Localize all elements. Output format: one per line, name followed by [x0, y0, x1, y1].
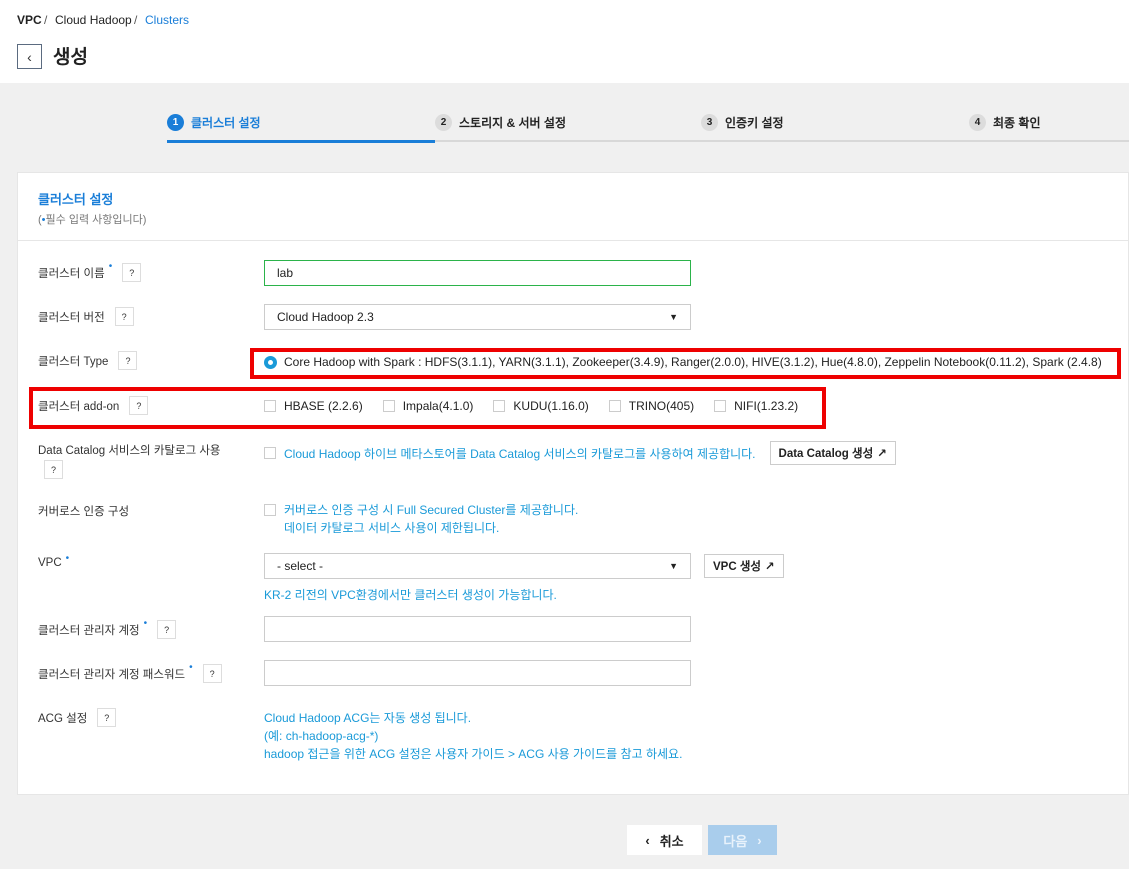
- breadcrumb-sep: /: [44, 13, 48, 27]
- cluster-settings-card: 클러스터 설정 (•필수 입력 사항입니다) 클러스터 이름 •? lab 클러스…: [17, 172, 1129, 795]
- card-subtitle: (•필수 입력 사항입니다): [38, 214, 147, 226]
- help-icon[interactable]: ?: [97, 708, 117, 727]
- help-icon[interactable]: ?: [129, 396, 149, 415]
- radio-selected-icon: [264, 355, 277, 369]
- addon-impala[interactable]: Impala(4.1.0): [382, 399, 473, 413]
- back-button[interactable]: ‹: [17, 44, 42, 69]
- catalog-label: Data Catalog 서비스의 카탈로그 사용?: [38, 442, 221, 481]
- help-icon[interactable]: ?: [157, 620, 177, 639]
- step-2[interactable]: 2 스토리지 & 서버 설정: [435, 114, 566, 131]
- step-number: 2: [435, 114, 452, 131]
- vpc-select[interactable]: - select - ▼: [264, 553, 691, 579]
- step-number: 3: [701, 114, 718, 131]
- name-label: 클러스터 이름 •?: [38, 261, 142, 284]
- caret-down-icon: ▼: [669, 312, 678, 322]
- cluster-version-select[interactable]: Cloud Hadoop 2.3 ▼: [264, 304, 691, 330]
- step-label: 인증키 설정: [725, 116, 784, 130]
- cluster-type-radio[interactable]: Core Hadoop with Spark : HDFS(3.1.1), YA…: [264, 355, 1102, 369]
- data-catalog-create-button[interactable]: Data Catalog 생성 ↗: [769, 441, 896, 465]
- breadcrumb-cloud-hadoop[interactable]: Cloud Hadoop: [55, 13, 132, 27]
- caret-down-icon: ▼: [669, 561, 678, 571]
- step-number: 4: [969, 114, 986, 131]
- step-3[interactable]: 3 인증키 설정: [701, 114, 784, 131]
- help-icon[interactable]: ?: [118, 351, 138, 370]
- external-link-icon: ↗: [877, 448, 887, 460]
- password-label: 클러스터 관리자 계정 패스워드 •?: [38, 662, 222, 685]
- cluster-name-input[interactable]: lab: [264, 260, 691, 286]
- addon-label: 클러스터 add-on?: [38, 396, 149, 417]
- help-icon[interactable]: ?: [122, 263, 142, 282]
- chevron-right-icon: ›: [757, 832, 762, 848]
- admin-label: 클러스터 관리자 계정 •?: [38, 618, 177, 641]
- header: VPC / Cloud Hadoop / Clusters ‹ 생성: [0, 0, 1129, 83]
- breadcrumb-sep: /: [134, 13, 138, 27]
- addon-options: HBASE (2.2.6) Impala(4.1.0) KUDU(1.16.0)…: [264, 399, 818, 413]
- catalog-option[interactable]: Cloud Hadoop 하이브 메타스토어를 Data Catalog 서비스…: [264, 441, 896, 465]
- vpc-label: VPC •: [38, 553, 70, 569]
- version-label: 클러스터 버전?: [38, 307, 134, 328]
- next-button[interactable]: 다음 ›: [708, 825, 777, 855]
- admin-account-input[interactable]: [264, 616, 691, 642]
- step-label: 최종 확인: [993, 116, 1041, 130]
- chevron-left-icon: ‹: [645, 832, 650, 848]
- step-label: 클러스터 설정: [191, 116, 261, 130]
- step-4[interactable]: 4 최종 확인: [969, 114, 1041, 131]
- addon-hbase[interactable]: HBASE (2.2.6): [264, 399, 363, 413]
- help-icon[interactable]: ?: [44, 460, 63, 479]
- admin-password-input[interactable]: [264, 660, 691, 686]
- kerberos-label: 커버로스 인증 구성: [38, 506, 130, 518]
- help-icon[interactable]: ?: [114, 307, 134, 326]
- step-label: 스토리지 & 서버 설정: [459, 116, 566, 130]
- external-link-icon: ↗: [765, 561, 775, 573]
- divider: [18, 240, 1129, 241]
- card-title: 클러스터 설정: [38, 192, 114, 207]
- breadcrumb-vpc[interactable]: VPC: [17, 13, 42, 27]
- addon-trino[interactable]: TRINO(405): [608, 399, 694, 413]
- step-1[interactable]: 1 클러스터 설정: [167, 114, 261, 131]
- stepper-track: [435, 140, 1129, 142]
- cancel-button[interactable]: ‹ 취소: [627, 825, 702, 855]
- addon-nifi[interactable]: NIFI(1.23.2): [714, 399, 798, 413]
- addon-kudu[interactable]: KUDU(1.16.0): [493, 399, 589, 413]
- acg-label: ACG 설정?: [38, 708, 117, 729]
- breadcrumb-clusters[interactable]: Clusters: [145, 13, 189, 27]
- acg-info: Cloud Hadoop ACG는 자동 생성 됩니다. (예: ch-hadoo…: [264, 711, 683, 761]
- page-title: 생성: [53, 47, 88, 68]
- step-number: 1: [167, 114, 184, 131]
- vpc-hint: KR-2 리전의 VPC환경에서만 클러스터 생성이 가능합니다.: [264, 588, 557, 602]
- kerberos-option[interactable]: 커버로스 인증 구성 시 Full Secured Cluster를 제공합니다…: [264, 503, 578, 537]
- vpc-create-button[interactable]: VPC 생성 ↗: [704, 554, 784, 578]
- stepper-progress: [167, 140, 435, 143]
- type-label: 클러스터 Type?: [38, 351, 138, 372]
- chevron-left-icon: ‹: [27, 48, 32, 65]
- help-icon[interactable]: ?: [202, 664, 222, 683]
